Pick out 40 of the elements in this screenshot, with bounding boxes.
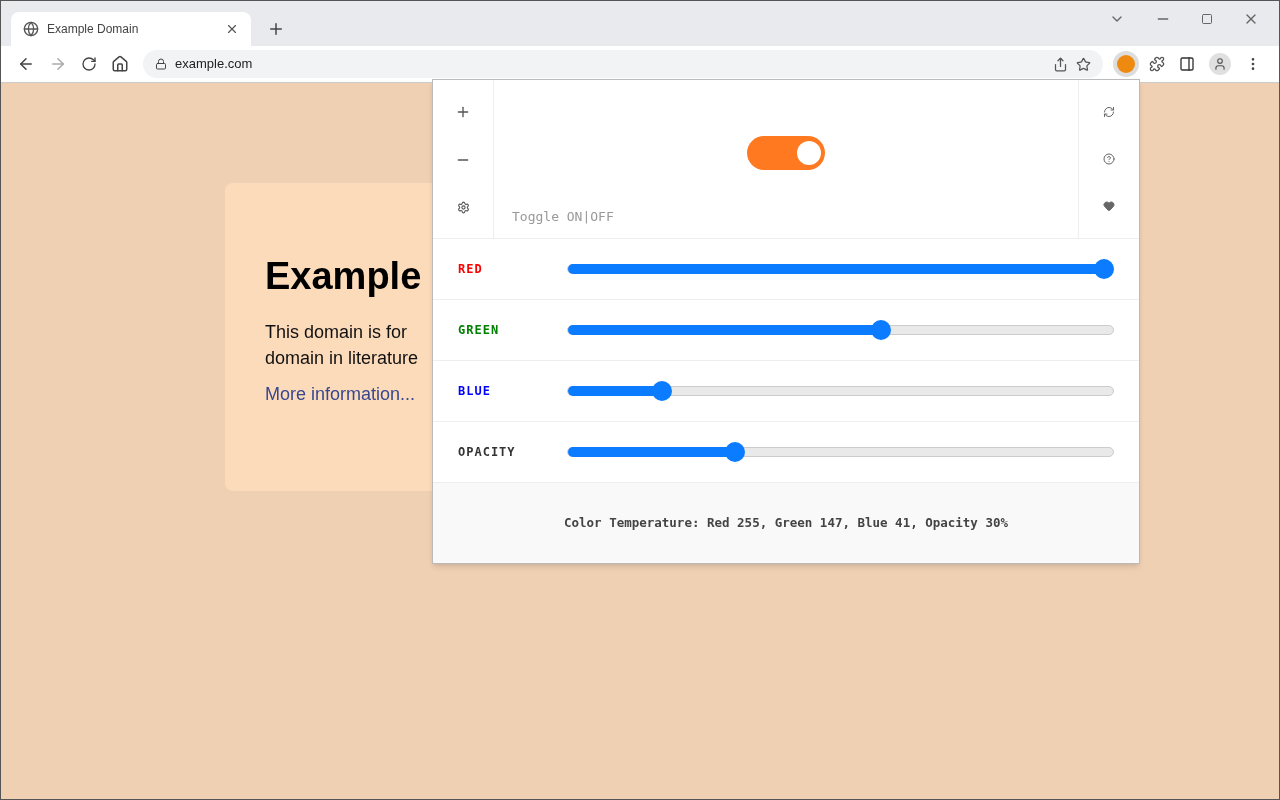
share-icon[interactable] — [1053, 56, 1068, 72]
refresh-icon[interactable] — [1103, 105, 1115, 118]
slider-label: GREEN — [458, 322, 501, 339]
home-icon[interactable] — [111, 55, 129, 73]
close-icon[interactable] — [225, 22, 239, 36]
maximize-icon[interactable] — [1201, 13, 1213, 25]
more-info-link[interactable]: More information... — [265, 380, 416, 408]
tab-title: Example Domain — [47, 21, 140, 38]
heart-icon[interactable] — [1103, 200, 1115, 213]
color-temperature-text: Color Temperature: Red 255, Green 147, Blue 41, Opacity 30% — [564, 513, 1008, 532]
back-icon[interactable] — [17, 55, 35, 73]
slider-thumb[interactable] — [870, 320, 891, 340]
body-text: domain in literature — [265, 346, 419, 370]
slider[interactable] — [567, 381, 1114, 401]
slider-label: BLUE — [458, 383, 492, 400]
reload-icon[interactable] — [81, 56, 97, 72]
settings-icon[interactable] — [456, 200, 470, 214]
lock-icon — [155, 58, 167, 70]
slider[interactable] — [567, 442, 1114, 462]
slider-label: RED — [458, 261, 484, 278]
slider[interactable] — [567, 259, 1114, 279]
address-bar[interactable]: example.com — [143, 50, 1103, 78]
star-icon[interactable] — [1076, 56, 1091, 72]
body-text: This domain is for — [265, 320, 408, 344]
help-icon[interactable] — [1103, 153, 1115, 165]
profile-icon[interactable] — [1209, 53, 1231, 75]
toggle-label: Toggle ON|OFF — [512, 207, 614, 226]
side-panel-icon[interactable] — [1179, 56, 1195, 72]
slider[interactable] — [567, 320, 1114, 340]
slider-thumb[interactable] — [652, 381, 673, 401]
slider-thumb[interactable] — [1094, 259, 1114, 279]
new-tab-icon[interactable] — [267, 20, 285, 38]
puzzle-icon[interactable] — [1149, 56, 1165, 72]
slider-label: OPACITY — [458, 444, 517, 461]
url-text: example.com — [175, 55, 254, 74]
browser-tab[interactable]: Example Domain — [11, 12, 251, 46]
slider-thumb[interactable] — [725, 442, 746, 462]
page-heading: Example — [265, 254, 422, 299]
toggle-switch[interactable] — [747, 136, 825, 171]
globe-icon — [23, 21, 39, 37]
